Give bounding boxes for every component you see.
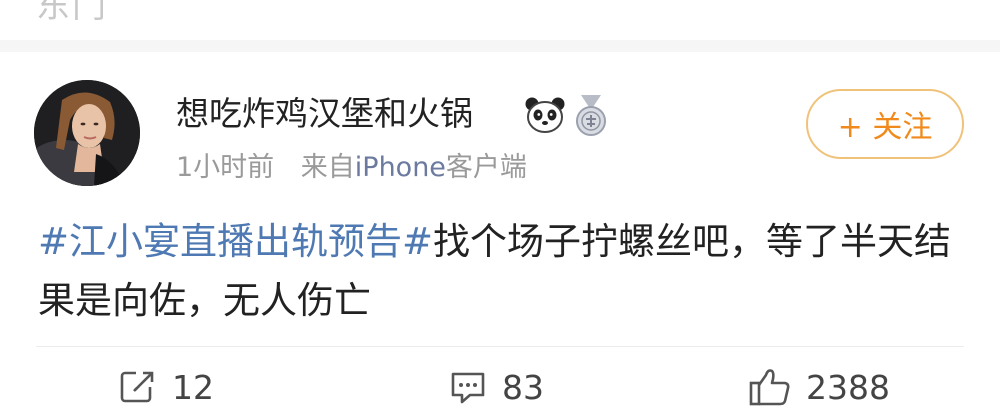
section-divider xyxy=(0,40,1000,52)
post-time: 1小时前 xyxy=(176,152,275,183)
hashtag-link[interactable]: #江小宴直播出轨预告# xyxy=(38,220,433,263)
post-meta: 1小时前 来自iPhone客户端 xyxy=(176,150,527,186)
post-source: 来自iPhone客户端 xyxy=(301,152,527,183)
comment-count: 83 xyxy=(502,367,544,407)
source-device[interactable]: iPhone xyxy=(355,152,446,183)
previous-item-text: 东门 xyxy=(36,0,108,26)
repost-count: 12 xyxy=(172,367,214,407)
post-content: #江小宴直播出轨预告#找个场子拧螺丝吧，等了半天结果是向佐，无人伤亡 xyxy=(38,212,968,330)
like-count: 2388 xyxy=(806,367,890,407)
weibo-post-screen: 东门 想吃炸鸡汉堡和火锅 1小时前 来自iPhone客户端 + 关注 #江小宴直… xyxy=(0,0,1000,414)
comment-icon xyxy=(448,367,488,407)
repost-button[interactable]: 12 xyxy=(118,362,214,412)
comment-button[interactable]: 83 xyxy=(448,362,544,412)
avatar[interactable] xyxy=(34,80,140,186)
follow-button[interactable]: + 关注 xyxy=(806,89,964,159)
medal-icon xyxy=(571,93,611,137)
like-button[interactable]: 2388 xyxy=(748,362,890,412)
action-divider xyxy=(36,346,964,347)
repost-icon xyxy=(118,367,158,407)
thumbs-up-icon xyxy=(748,366,792,408)
source-prefix: 来自 xyxy=(300,152,355,183)
author-name[interactable]: 想吃炸鸡汉堡和火锅 xyxy=(176,92,473,136)
panda-icon xyxy=(524,96,566,134)
source-suffix: 客户端 xyxy=(445,152,527,183)
